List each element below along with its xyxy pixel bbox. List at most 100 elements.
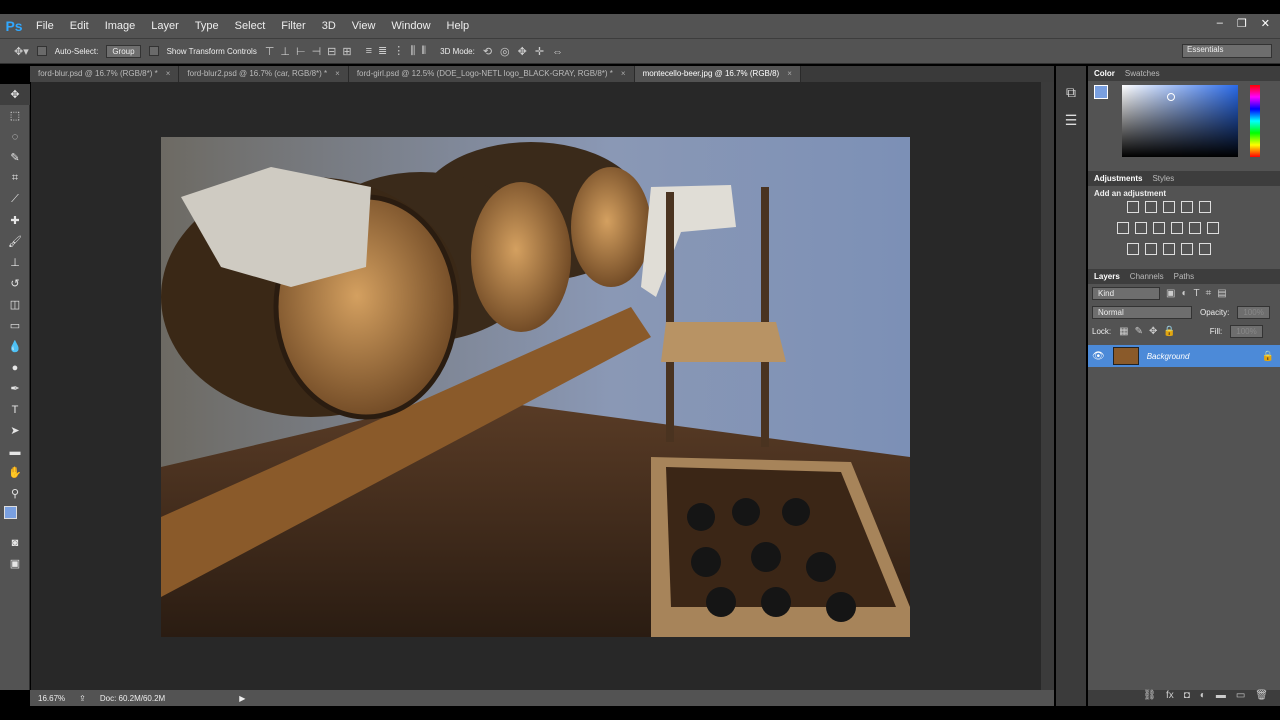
- auto-select-checkbox[interactable]: [36, 46, 47, 56]
- menu-type[interactable]: Type: [187, 20, 227, 32]
- lock-icons[interactable]: ▦✎✥🔒: [1119, 326, 1182, 337]
- black-white-icon[interactable]: [1153, 222, 1165, 234]
- align-icons[interactable]: ⊤⊥⊢⊣⊟⊞: [265, 45, 358, 58]
- eye-icon[interactable]: 👁: [1092, 351, 1105, 362]
- color-balance-icon[interactable]: [1135, 222, 1147, 234]
- layer-name[interactable]: Background: [1147, 352, 1254, 361]
- blur-tool-icon[interactable]: 💧: [0, 336, 30, 357]
- hand-tool-icon[interactable]: ✋: [0, 462, 30, 483]
- gradient-map-icon[interactable]: [1199, 243, 1211, 255]
- menu-help[interactable]: Help: [439, 20, 478, 32]
- photo-filter-icon[interactable]: [1171, 222, 1183, 234]
- menu-edit[interactable]: Edit: [62, 20, 97, 32]
- foreground-color[interactable]: [1094, 85, 1108, 99]
- document-image[interactable]: [161, 137, 910, 637]
- eraser-tool-icon[interactable]: ◫: [0, 294, 30, 315]
- layer-row-background[interactable]: 👁 Background 🔒: [1088, 345, 1280, 367]
- lasso-tool-icon[interactable]: ◌: [0, 126, 30, 147]
- color-lookup-icon[interactable]: [1207, 222, 1219, 234]
- show-transform-checkbox[interactable]: [148, 46, 159, 56]
- export-icon[interactable]: ⇪: [79, 694, 86, 703]
- menu-filter[interactable]: Filter: [273, 20, 313, 32]
- type-tool-icon[interactable]: T: [0, 399, 30, 420]
- levels-icon[interactable]: [1145, 201, 1157, 213]
- hue-slider[interactable]: [1250, 85, 1260, 157]
- layer-style-icon[interactable]: fx: [1166, 690, 1174, 706]
- menu-layer[interactable]: Layer: [143, 20, 187, 32]
- zoom-tool-icon[interactable]: ⚲: [0, 483, 30, 504]
- pen-tool-icon[interactable]: ✒: [0, 378, 30, 399]
- history-brush-icon[interactable]: ↺: [0, 273, 30, 294]
- restore-button[interactable]: ❐: [1237, 17, 1247, 35]
- workspace-switcher[interactable]: Essentials: [1182, 44, 1272, 58]
- menu-image[interactable]: Image: [97, 20, 144, 32]
- menu-select[interactable]: Select: [227, 20, 274, 32]
- color-swatches[interactable]: [0, 504, 29, 532]
- auto-select-dropdown[interactable]: Group: [106, 44, 141, 58]
- status-menu-icon[interactable]: ▶: [239, 694, 245, 703]
- properties-panel-icon[interactable]: ☰: [1056, 112, 1086, 134]
- menu-window[interactable]: Window: [383, 20, 438, 32]
- tab-close-icon[interactable]: ×: [166, 69, 171, 78]
- hue-sat-icon[interactable]: [1117, 222, 1129, 234]
- curves-icon[interactable]: [1163, 201, 1175, 213]
- move-tool-icon[interactable]: ✥▾: [14, 45, 29, 58]
- dodge-tool-icon[interactable]: ●: [0, 357, 30, 378]
- menu-file[interactable]: File: [28, 20, 62, 32]
- doc-tab[interactable]: ford-girl.psd @ 12.5% (DOE_Logo-NETL log…: [348, 66, 635, 82]
- tab-color[interactable]: Color: [1094, 69, 1115, 78]
- menu-3d[interactable]: 3D: [314, 20, 344, 32]
- minimize-button[interactable]: –: [1217, 17, 1223, 35]
- close-button[interactable]: ✕: [1261, 17, 1270, 35]
- marquee-tool-icon[interactable]: ⬚: [0, 105, 30, 126]
- channel-mixer-icon[interactable]: [1189, 222, 1201, 234]
- healing-tool-icon[interactable]: ✚: [0, 210, 30, 231]
- new-group-icon[interactable]: ▬: [1216, 690, 1226, 706]
- add-mask-icon[interactable]: ◘: [1184, 690, 1190, 706]
- foreground-color[interactable]: [4, 506, 17, 519]
- tab-layers[interactable]: Layers: [1094, 272, 1120, 281]
- link-layers-icon[interactable]: ⛓: [1143, 690, 1156, 706]
- posterize-icon[interactable]: [1145, 243, 1157, 255]
- quick-select-tool-icon[interactable]: ✎: [0, 147, 30, 168]
- tab-close-icon[interactable]: ×: [787, 69, 792, 78]
- selective-color-icon[interactable]: [1181, 243, 1193, 255]
- distribute-icons[interactable]: ≡≣⋮⫼⦀: [366, 44, 433, 58]
- layer-kind-filter[interactable]: Kind: [1092, 287, 1160, 300]
- shape-tool-icon[interactable]: ▬: [0, 441, 30, 462]
- threshold-icon[interactable]: [1163, 243, 1175, 255]
- brightness-icon[interactable]: [1127, 201, 1139, 213]
- color-field[interactable]: [1122, 85, 1238, 157]
- vibrance-icon[interactable]: [1199, 201, 1211, 213]
- quick-mask-icon[interactable]: ◙: [0, 532, 30, 553]
- stamp-tool-icon[interactable]: ⊥: [0, 252, 30, 273]
- tab-swatches[interactable]: Swatches: [1125, 69, 1160, 78]
- history-panel-icon[interactable]: ⧉: [1056, 84, 1086, 106]
- vertical-scrollbar[interactable]: [1041, 82, 1054, 690]
- adjustment-icons[interactable]: [1094, 198, 1274, 219]
- tab-close-icon[interactable]: ×: [621, 69, 626, 78]
- delete-layer-icon[interactable]: 🗑: [1255, 690, 1268, 706]
- layer-filter-icons[interactable]: ▣◐T⌗▤: [1166, 288, 1233, 299]
- screen-mode-icon[interactable]: ▣: [0, 553, 30, 574]
- tab-styles[interactable]: Styles: [1152, 174, 1174, 183]
- tab-adjustments[interactable]: Adjustments: [1094, 174, 1142, 183]
- doc-tab[interactable]: ford-blur.psd @ 16.7% (RGB/8*) * ×: [30, 66, 180, 82]
- tab-channels[interactable]: Channels: [1130, 272, 1164, 281]
- tab-paths[interactable]: Paths: [1174, 272, 1194, 281]
- crop-tool-icon[interactable]: ⌗: [0, 168, 30, 189]
- blend-mode-select[interactable]: Normal: [1092, 306, 1192, 319]
- opacity-input[interactable]: 100%: [1237, 306, 1270, 319]
- new-adjustment-icon[interactable]: ◐: [1200, 690, 1206, 706]
- doc-tab[interactable]: ford-blur2.psd @ 16.7% (car, RGB/8*) * ×: [179, 66, 349, 82]
- eyedropper-tool-icon[interactable]: ⟋: [0, 189, 30, 210]
- brush-tool-icon[interactable]: 🖌: [0, 231, 30, 252]
- tab-close-icon[interactable]: ×: [335, 69, 340, 78]
- menu-view[interactable]: View: [344, 20, 384, 32]
- path-select-tool-icon[interactable]: ➤: [0, 420, 30, 441]
- invert-icon[interactable]: [1127, 243, 1139, 255]
- gradient-tool-icon[interactable]: ▭: [0, 315, 30, 336]
- new-layer-icon[interactable]: ▭: [1236, 690, 1245, 706]
- 3d-mode-icons[interactable]: ⟲◎✥✛⇔: [483, 45, 571, 58]
- move-tool-icon[interactable]: ✥: [0, 84, 30, 105]
